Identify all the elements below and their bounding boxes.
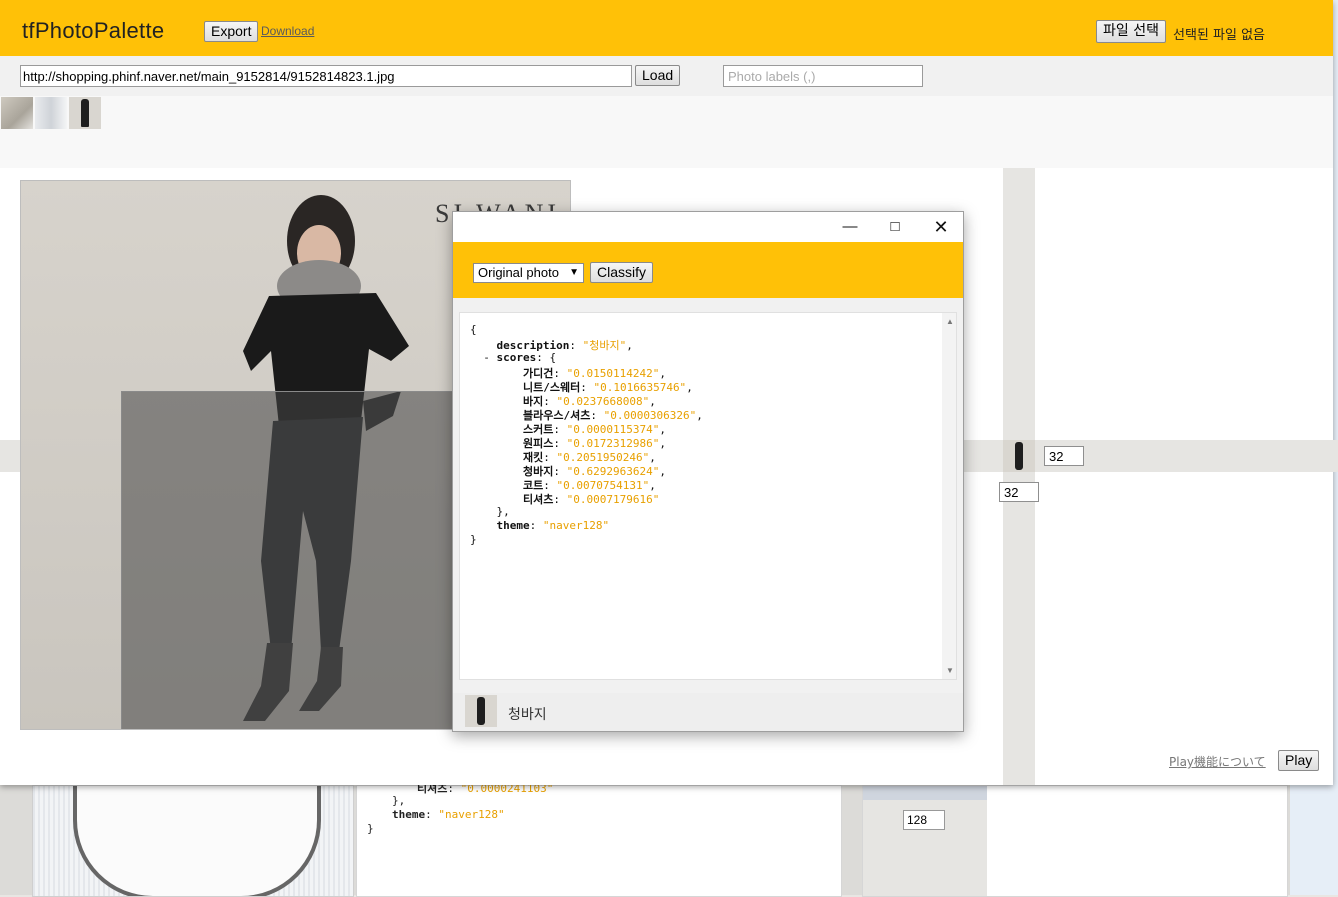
thumbnail-2[interactable]	[35, 97, 67, 129]
json-line: - scores: {	[470, 351, 557, 364]
photo-url-input[interactable]	[20, 65, 632, 87]
side-column	[1003, 168, 1035, 785]
dialog-toolbar: Original photo ▼ Classify	[453, 242, 963, 298]
export-button[interactable]: Export	[204, 21, 259, 42]
json-key: scores	[496, 351, 537, 364]
json-value: "청바지"	[582, 339, 627, 352]
close-icon[interactable]: ✕	[931, 218, 951, 236]
file-status: 선택된 파일 없음	[1173, 28, 1265, 43]
json-key: theme	[496, 519, 530, 532]
maximize-icon[interactable]: □	[885, 218, 905, 236]
json-output[interactable]: ▲ ▼ { description: "청바지", - scores: { 가디…	[459, 312, 957, 680]
play-button[interactable]: Play	[1278, 750, 1320, 771]
json-value: "0.0007179616"	[566, 493, 660, 506]
json-line: theme: "naver128"	[496, 519, 610, 532]
result-label: 청바지	[508, 707, 547, 723]
mode-select[interactable]: Original photo ▼	[473, 263, 584, 283]
json-line: {	[470, 323, 477, 336]
mode-select-value: Original photo	[478, 265, 559, 280]
classify-dialog: — □ ✕ Original photo ▼ Classify ▲ ▼ { de…	[452, 211, 964, 732]
classify-button[interactable]: Classify	[590, 262, 654, 283]
bg-code-end: }	[367, 822, 374, 835]
photo-labels-input[interactable]	[723, 65, 923, 87]
load-button[interactable]: Load	[635, 65, 681, 86]
choose-file-button[interactable]: 파일 선택	[1096, 20, 1166, 43]
select-arrow-icon: ▼	[569, 267, 579, 278]
side-thumbnail[interactable]	[1003, 440, 1035, 472]
dialog-footer: 청바지	[453, 693, 963, 731]
background-shirt-image	[32, 785, 354, 897]
minimize-icon[interactable]: —	[840, 218, 860, 236]
scroll-down-icon[interactable]: ▼	[946, 666, 954, 675]
bg-code-theme-value: "naver128"	[438, 808, 505, 821]
thumbnail-3[interactable]	[69, 97, 101, 129]
size-input-1[interactable]	[1044, 446, 1084, 466]
scroll-up-icon[interactable]: ▲	[946, 317, 954, 326]
json-line: }	[470, 533, 477, 546]
background-json-panel: 티셔츠: "0.0000241103" }, theme: "naver128"…	[356, 782, 842, 897]
thumbnail-strip	[0, 96, 1333, 168]
dialog-titlebar[interactable]: — □ ✕	[453, 212, 963, 242]
bg-code-theme-key: theme	[392, 808, 426, 821]
app-title: tfPhotoPalette	[22, 18, 165, 43]
json-line: },	[496, 505, 510, 518]
play-info-link[interactable]: Play機能について	[1169, 753, 1266, 770]
json-scrollbar[interactable]: ▲ ▼	[942, 313, 956, 679]
thumbnail-1[interactable]	[1, 97, 33, 129]
download-link[interactable]: Download	[261, 24, 314, 38]
json-value: "naver128"	[542, 519, 610, 532]
json-key: 티셔츠	[522, 493, 554, 506]
size-input-2[interactable]	[999, 482, 1039, 502]
bg-code-close: },	[392, 794, 406, 807]
background-size-panel	[862, 785, 1288, 897]
bg-size-input[interactable]	[903, 810, 945, 830]
result-thumbnail	[465, 695, 497, 727]
